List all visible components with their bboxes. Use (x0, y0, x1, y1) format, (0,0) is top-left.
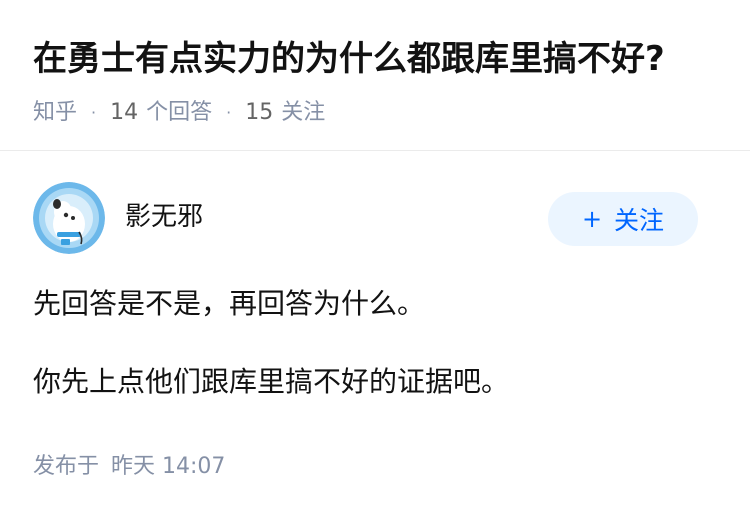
answers-count: 14 (110, 100, 139, 125)
source-label[interactable]: 知乎 (33, 98, 77, 128)
avatar-image (33, 182, 105, 254)
publish-info: 发布于 昨天 14:07 (33, 452, 225, 482)
separator-dot: · (226, 103, 232, 122)
answer-card: 影无邪 + 关注 先回答是不是，再回答为什么。 你先上点他们跟库里搞不好的证据吧… (33, 182, 698, 438)
answer-paragraph: 先回答是不是，再回答为什么。 (33, 287, 426, 320)
follow-button-label: 关注 (614, 206, 665, 235)
plus-icon: + (581, 205, 603, 233)
follow-button[interactable]: + 关注 (548, 192, 698, 246)
divider (0, 150, 750, 151)
separator-dot: · (91, 103, 97, 122)
followers-count: 15 (245, 100, 274, 125)
answers-label[interactable]: 个回答 (146, 98, 212, 128)
answer-page: 在勇士有点实力的为什么都跟库里搞不好? 知乎 · 14 个回答 · 15 关注 (0, 0, 750, 518)
question-meta: 知乎 · 14 个回答 · 15 关注 (33, 98, 723, 128)
question-title[interactable]: 在勇士有点实力的为什么都跟库里搞不好? (33, 34, 723, 84)
publish-time: 昨天 14:07 (111, 454, 226, 479)
avatar[interactable] (33, 182, 105, 254)
publish-label: 发布于 (33, 454, 100, 479)
answer-paragraph: 你先上点他们跟库里搞不好的证据吧。 (33, 365, 510, 398)
author-name[interactable]: 影无邪 (125, 200, 203, 234)
question-header: 在勇士有点实力的为什么都跟库里搞不好? 知乎 · 14 个回答 · 15 关注 (33, 34, 723, 128)
followers-label[interactable]: 关注 (281, 98, 325, 128)
author-row: 影无邪 + 关注 (33, 182, 698, 254)
answer-content: 先回答是不是，再回答为什么。 你先上点他们跟库里搞不好的证据吧。 (33, 282, 698, 404)
